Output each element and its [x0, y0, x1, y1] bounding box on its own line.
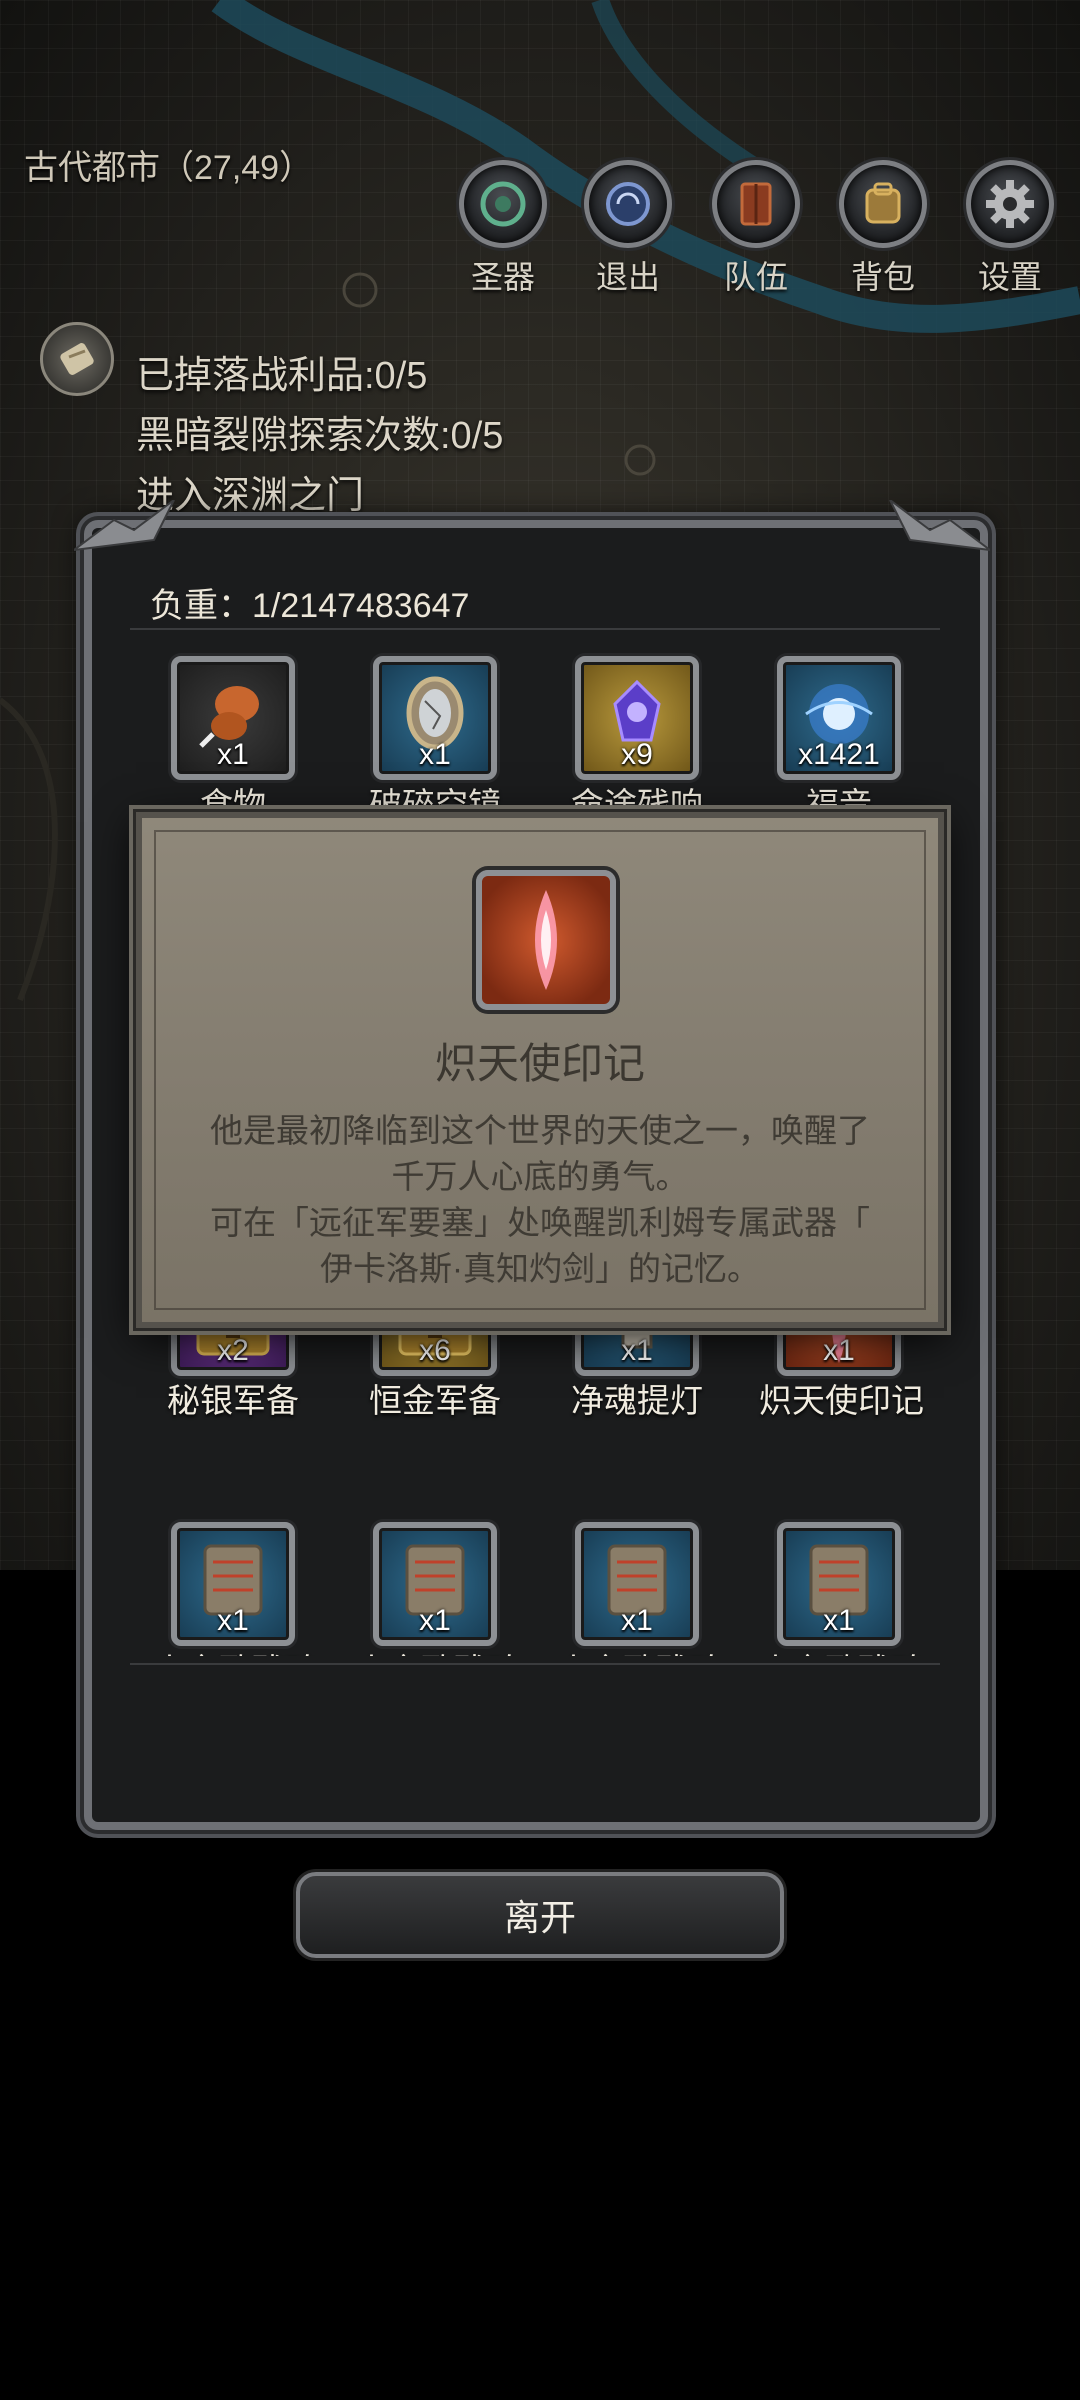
item-count: x2	[217, 1334, 249, 1367]
item-name: 炽天使印记	[759, 1382, 924, 1419]
exit-button[interactable]: 退出	[578, 160, 678, 298]
quest-loot-progress: 已掉落战利品:0/5	[136, 355, 428, 397]
item-count: x1	[621, 1604, 653, 1637]
settings-button[interactable]: 设置	[960, 160, 1060, 298]
item-name: 净魂提灯	[571, 1382, 703, 1419]
item-count: x1	[217, 738, 249, 771]
item-name: 恒金军备	[369, 1382, 501, 1419]
item-slot-broken-mirror[interactable]: x1 破碎空镜	[355, 656, 515, 826]
inventory-row-clipped: x1 火之歌残碑 x1 火之歌残碑 x1 火之歌残碑 x1 火之歌残碑	[130, 1508, 940, 1656]
relic-button[interactable]: 圣器	[453, 160, 553, 298]
item-slot-fate-echo[interactable]: x9 命途残响	[557, 656, 717, 826]
item-slot-fire-song-tablet[interactable]: x1 火之歌残碑	[355, 1522, 520, 1656]
backpack-label: 背包	[850, 259, 915, 295]
stone-tablet-icon: x1	[777, 1522, 901, 1646]
description-line: 他是最初降临到这个世界的天使之一，唤醒了	[210, 1112, 870, 1149]
backpack-button[interactable]: 背包	[833, 160, 933, 298]
item-slot-fire-song-tablet[interactable]: x1 火之歌残碑	[557, 1522, 722, 1656]
panel-ornament-right	[889, 500, 990, 552]
gear-icon	[966, 160, 1054, 248]
team-banner-icon	[712, 160, 800, 248]
popup-item-description: 他是最初降临到这个世界的天使之一，唤醒了 千万人心底的勇气。 可在「远征军要塞」…	[182, 1108, 898, 1292]
team-label: 队伍	[723, 259, 788, 295]
seraph-mark-icon	[476, 870, 616, 1010]
location-coordinates: 古代都市（27,49）	[24, 149, 314, 187]
stone-tablet-icon: x1	[575, 1522, 699, 1646]
food-meat-icon: x1	[171, 656, 295, 780]
item-count: x1	[621, 1334, 653, 1367]
gospel-orb-icon: x1421	[777, 656, 901, 780]
settings-label: 设置	[977, 259, 1042, 295]
popup-item-title: 炽天使印记	[434, 1040, 645, 1087]
relic-icon	[459, 160, 547, 248]
item-count: x1	[217, 1604, 249, 1637]
panel-ornament-left	[74, 500, 175, 552]
quest-scroll-icon[interactable]	[40, 322, 114, 396]
item-count: x1	[823, 1604, 855, 1637]
stone-tablet-icon: x1	[373, 1522, 497, 1646]
item-count: x1	[419, 738, 451, 771]
description-line: 千万人心底的勇气。	[391, 1158, 689, 1195]
leave-button[interactable]: 离开	[296, 1872, 784, 1958]
item-slot-gospel[interactable]: x1421 福音	[759, 656, 919, 826]
item-slot-fire-song-tablet[interactable]: x1 火之歌残碑	[759, 1522, 924, 1656]
description-line: 伊卡洛斯·真知灼剑」的记忆。	[320, 1250, 760, 1287]
item-count: x9	[621, 738, 653, 771]
item-count: x1	[419, 1604, 451, 1637]
leave-label: 离开	[503, 1897, 576, 1938]
item-name: 秘银军备	[167, 1382, 299, 1419]
quest-rift-progress: 黑暗裂隙探索次数:0/5	[136, 415, 504, 457]
item-count: x6	[419, 1334, 451, 1367]
description-line: 可在「远征军要塞」处唤醒凯利姆专属武器「	[210, 1204, 870, 1241]
broken-mirror-icon: x1	[373, 656, 497, 780]
item-slot-fire-song-tablet[interactable]: x1 火之歌残碑	[153, 1522, 318, 1656]
item-detail-popup[interactable]: 炽天使印记 他是最初降临到这个世界的天使之一，唤醒了 千万人心底的勇气。 可在「…	[136, 812, 944, 1328]
item-count: x1421	[798, 738, 880, 771]
backpack-icon	[839, 160, 927, 248]
exit-portal-icon	[584, 160, 672, 248]
stone-tablet-icon: x1	[171, 1522, 295, 1646]
relic-label: 圣器	[470, 259, 535, 295]
divider	[130, 628, 940, 630]
exit-label: 退出	[595, 259, 660, 295]
fate-echo-icon: x9	[575, 656, 699, 780]
item-slot-food[interactable]: x1 食物	[153, 656, 313, 826]
team-button[interactable]: 队伍	[706, 160, 806, 298]
carry-weight: 负重：1/2147483647	[150, 587, 470, 625]
item-count: x1	[823, 1334, 855, 1367]
divider	[130, 1663, 940, 1665]
